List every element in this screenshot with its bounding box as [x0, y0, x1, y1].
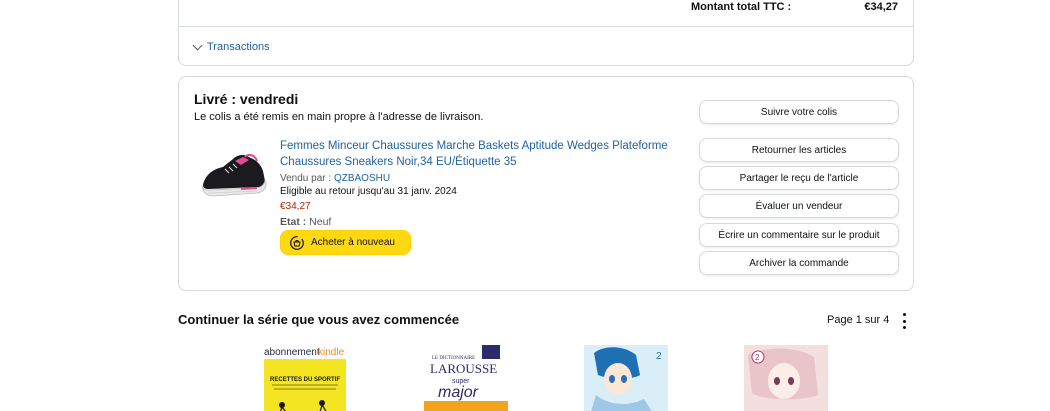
buy-again-label: Acheter à nouveau — [311, 237, 395, 248]
book-cover-2[interactable]: LE DICTIONNAIRE LAROUSSE super major — [424, 345, 508, 411]
delivery-status-subtitle: Le colis a été remis en main propre à l'… — [194, 111, 484, 123]
book-cover-1[interactable]: abonnement kindle RECETTES DU SPORTIF — [262, 345, 346, 411]
delivery-status-title: Livré : vendredi — [194, 91, 299, 107]
book-cover-4-volume: 2 — [755, 353, 760, 362]
book-cover-4-art: 2 — [744, 345, 828, 411]
book-cover-4[interactable]: 2 — [744, 345, 828, 411]
book-cover-3-art: 2 — [584, 345, 668, 411]
larousse-brand: LAROUSSE — [430, 361, 497, 376]
book-cover-3[interactable]: 2 — [584, 345, 668, 411]
more-options-icon[interactable] — [900, 313, 908, 329]
book-cover-2-art: LE DICTIONNAIRE LAROUSSE super major — [424, 345, 508, 411]
book-cover-1-title: RECETTES DU SPORTIF — [270, 377, 340, 383]
total-value: €34,27 — [864, 1, 898, 13]
sold-by: Vendu par : QZBAOSHU — [280, 173, 390, 184]
chevron-down-icon — [192, 40, 203, 51]
series-title: Continuer la série que vous avez commenc… — [178, 312, 460, 327]
divider — [179, 26, 913, 27]
write-review-button[interactable]: Écrire un commentaire sur le produit — [699, 223, 899, 247]
seller-link[interactable]: QZBAOSHU — [334, 173, 390, 184]
product-title-link[interactable]: Femmes Minceur Chaussures Marche Baskets… — [280, 138, 670, 170]
sold-by-label: Vendu par : — [280, 173, 334, 184]
buy-again-icon — [290, 235, 304, 250]
sneaker-image — [201, 153, 267, 197]
product-price: €34,27 — [280, 201, 311, 212]
condition-label: Etat : — [280, 216, 307, 228]
kindle-brand-text: kindle — [318, 347, 345, 358]
book-cover-3-volume: 2 — [656, 351, 662, 362]
buy-again-button[interactable]: Acheter à nouveau — [280, 230, 411, 255]
larousse-major: major — [438, 384, 479, 401]
return-items-button[interactable]: Retourner les articles — [699, 138, 899, 162]
share-receipt-button[interactable]: Partager le reçu de l'article — [699, 166, 899, 190]
total-row: Montant total TTC : €34,27 — [179, 1, 913, 15]
track-package-button[interactable]: Suivre votre colis — [699, 100, 899, 124]
carousel-page-info: Page 1 sur 4 — [827, 314, 890, 326]
return-eligibility: Eligible au retour jusqu'au 31 janv. 202… — [280, 186, 457, 197]
order-summary-box: Montant total TTC : €34,27 Transactions — [178, 0, 914, 66]
kindle-header-text: abonnement — [264, 347, 320, 358]
transactions-toggle[interactable]: Transactions — [192, 40, 270, 53]
transactions-label: Transactions — [207, 41, 270, 53]
rate-seller-button[interactable]: Évaluer un vendeur — [699, 194, 899, 218]
archive-order-button[interactable]: Archiver la commande — [699, 251, 899, 275]
book-cover-1-art: abonnement kindle RECETTES DU SPORTIF — [264, 347, 346, 411]
total-label: Montant total TTC : — [691, 1, 792, 13]
product-condition: Etat : Neuf — [280, 216, 331, 228]
product-image[interactable] — [199, 147, 269, 203]
condition-value: Neuf — [306, 216, 332, 228]
order-card: Livré : vendredi Le colis a été remis en… — [178, 76, 914, 291]
